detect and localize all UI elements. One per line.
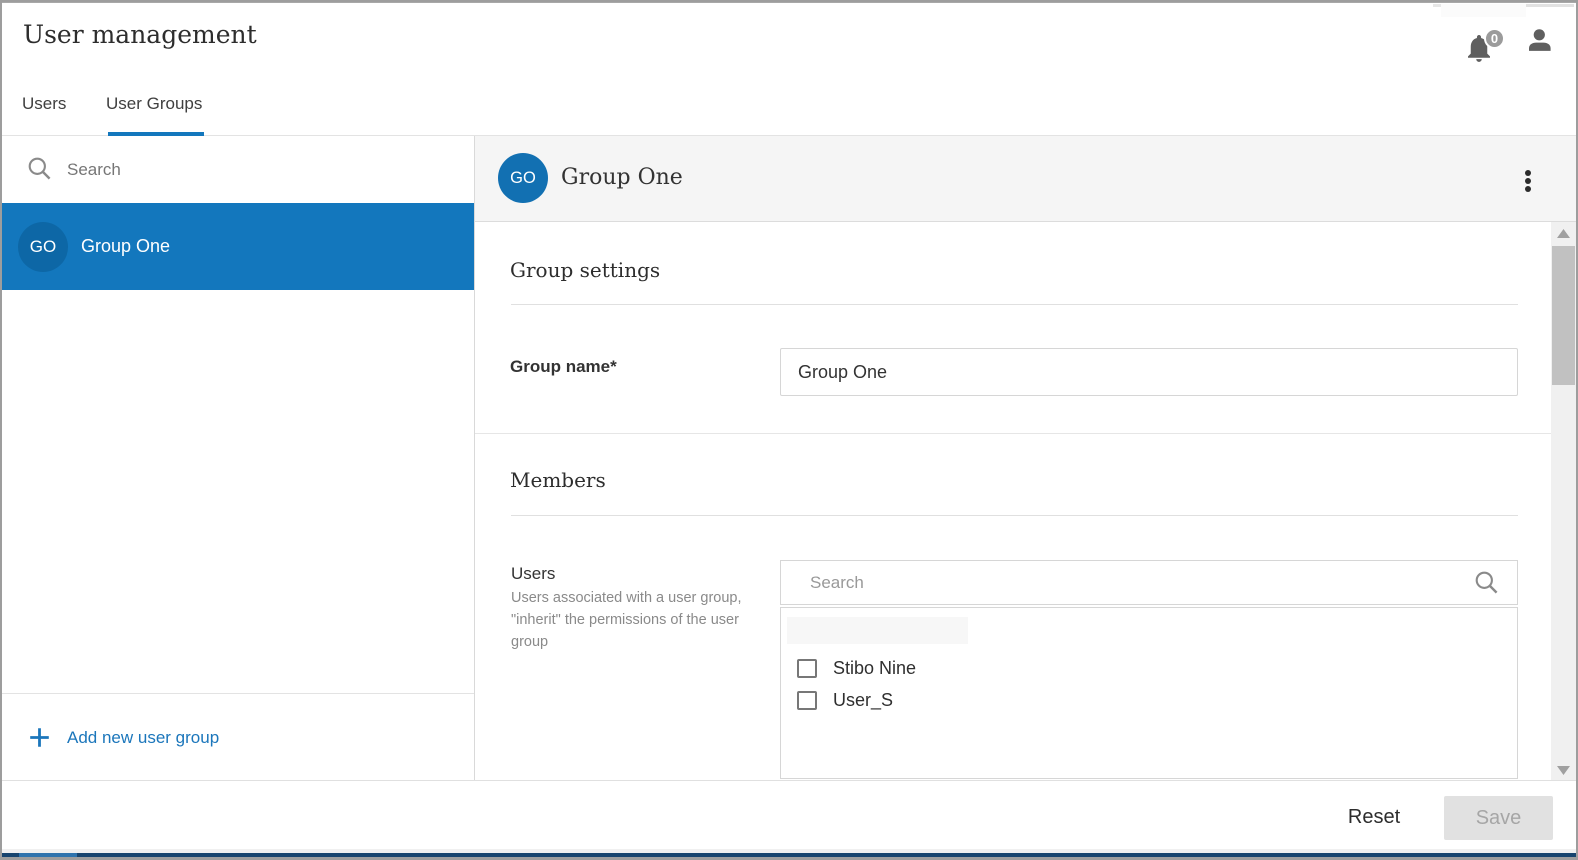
users-label: Users (511, 564, 555, 584)
account-button[interactable] (1529, 29, 1551, 52)
group-avatar: GO (18, 222, 68, 272)
app-window: User management 0 Users User Groups (2, 2, 1576, 857)
group-name: Group One (81, 236, 170, 257)
panel-body: Group settings Group name* Members Users… (475, 224, 1551, 780)
members-list: Stibo Nine User_S (780, 607, 1518, 779)
add-user-group-button[interactable]: Add new user group (29, 727, 219, 748)
sidebar-footer: Add new user group (2, 693, 474, 780)
progress-bar (2, 853, 1576, 857)
divider (511, 515, 1518, 516)
scrollbar-thumb[interactable] (1552, 246, 1575, 385)
panel-title: Group One (561, 165, 683, 190)
scroll-up-button[interactable] (1551, 222, 1576, 244)
window-top-edge (2, 2, 1576, 3)
member-option-stibo-nine[interactable]: Stibo Nine (797, 658, 916, 679)
loading-placeholder (787, 617, 968, 644)
kebab-dot (1525, 186, 1531, 192)
group-list-item[interactable]: GO Group One (2, 203, 474, 290)
members-search-input[interactable] (781, 561, 1461, 604)
detail-panel: GO Group One Group settings Group name* … (475, 136, 1576, 780)
search-icon (28, 157, 51, 180)
kebab-dot (1525, 170, 1531, 176)
section-heading-members: Members (510, 468, 606, 492)
footer-bar: Reset Save (2, 780, 1576, 849)
divider (511, 304, 1518, 305)
top-right-artifact (1441, 4, 1526, 17)
panel-avatar: GO (498, 153, 548, 203)
members-search (780, 560, 1518, 605)
group-name-input[interactable] (780, 348, 1518, 396)
tab-users[interactable]: Users (22, 94, 66, 114)
page-title: User management (23, 20, 257, 49)
progress-fill (19, 853, 77, 857)
panel-header: GO Group One (475, 136, 1576, 222)
notifications-button[interactable]: 0 (1468, 35, 1512, 67)
main-row: GO Group One Add new user group GO Group… (2, 136, 1576, 780)
checkbox[interactable] (797, 691, 817, 710)
tab-user-groups[interactable]: User Groups (106, 94, 202, 114)
sidebar-search (2, 136, 474, 203)
sidebar-search-input[interactable] (67, 151, 447, 189)
sidebar: GO Group One Add new user group (2, 136, 475, 780)
plus-icon (29, 727, 50, 748)
kebab-dot (1525, 178, 1531, 184)
search-icon (1475, 571, 1498, 594)
top-right-artifact (1433, 4, 1441, 7)
top-bar: User management 0 (2, 2, 1576, 73)
scrollbar[interactable] (1551, 222, 1576, 781)
more-options-button[interactable] (1519, 166, 1533, 196)
scroll-down-button[interactable] (1551, 759, 1576, 781)
member-option-user-s[interactable]: User_S (797, 690, 893, 711)
checkbox[interactable] (797, 659, 817, 678)
section-divider (475, 433, 1551, 434)
section-heading-group-settings: Group settings (510, 258, 660, 282)
save-button[interactable]: Save (1444, 796, 1553, 840)
tab-bar: Users User Groups (2, 73, 1576, 136)
users-help-text: Users associated with a user group, "inh… (511, 587, 761, 653)
top-right-artifact (1526, 4, 1574, 7)
person-icon (1529, 29, 1551, 52)
reset-button[interactable]: Reset (1329, 797, 1419, 837)
notification-badge: 0 (1484, 28, 1505, 49)
group-name-label: Group name* (510, 357, 617, 377)
